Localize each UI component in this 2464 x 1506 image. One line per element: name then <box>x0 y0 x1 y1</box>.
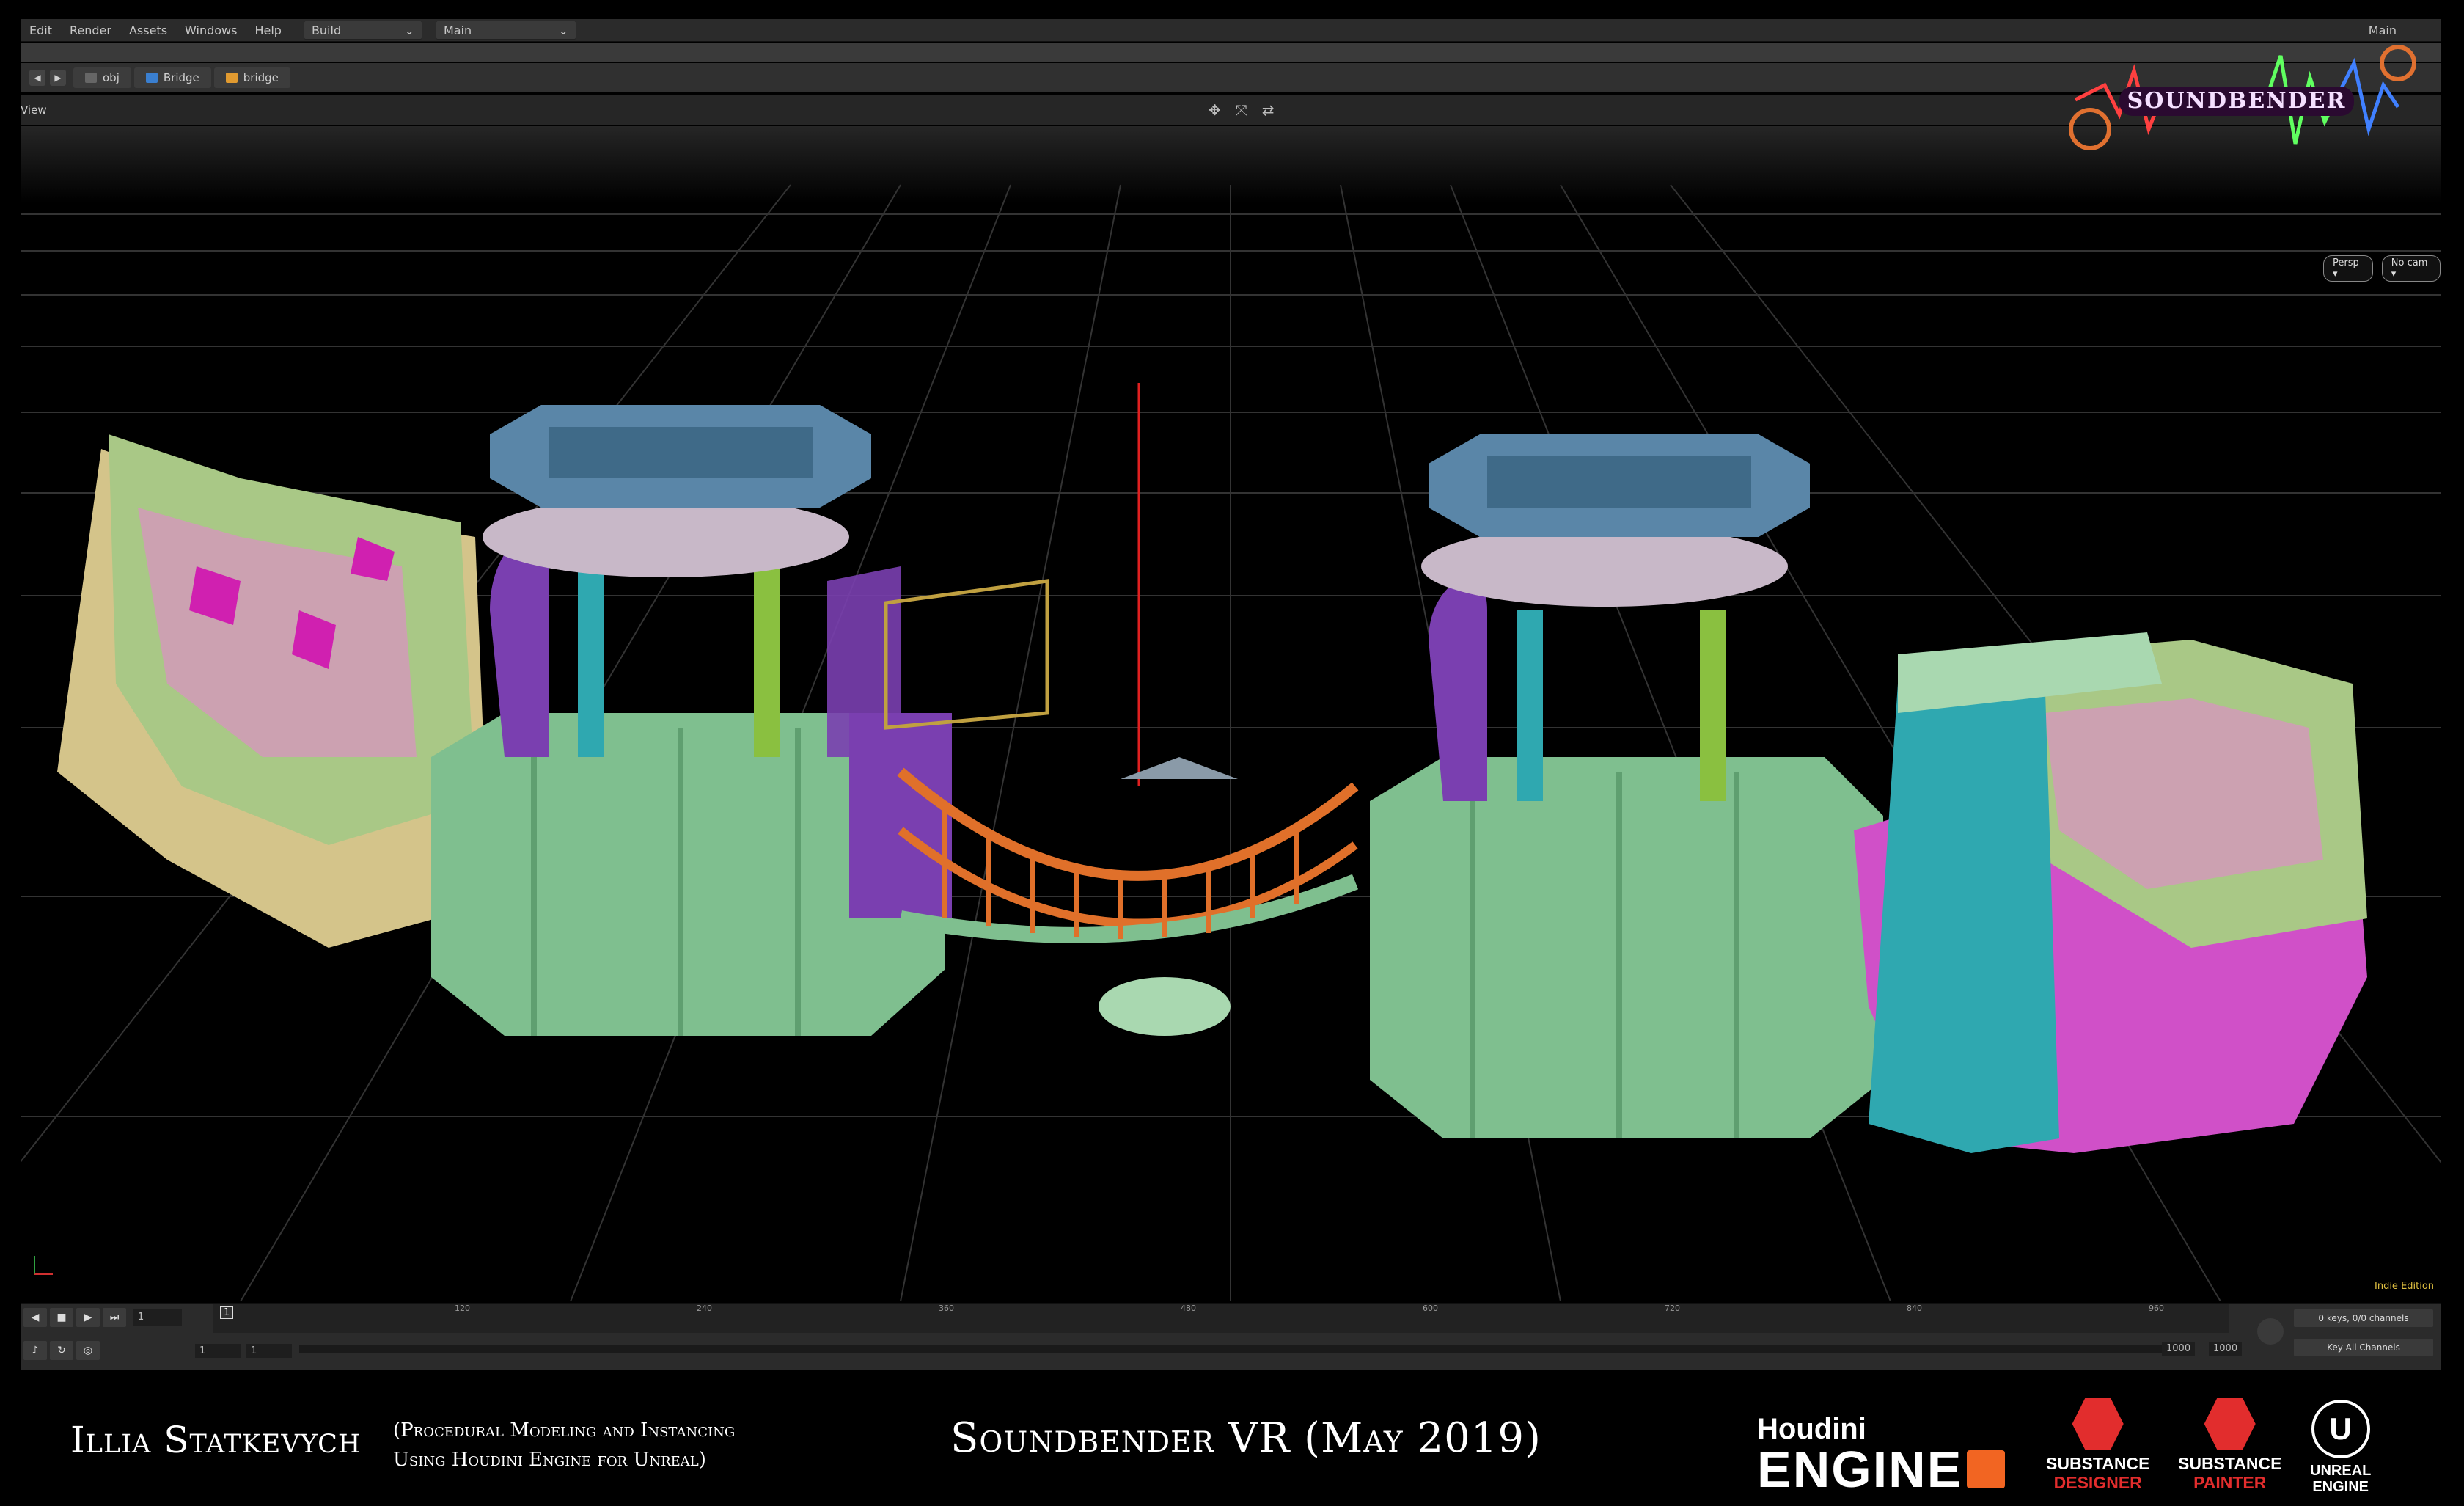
unreal-u-icon: U <box>2311 1400 2370 1458</box>
painter-bottom: PAINTER <box>2193 1473 2267 1492</box>
menu-windows[interactable]: Windows <box>176 23 246 37</box>
substance-designer-icon <box>2072 1398 2124 1450</box>
designer-top: SUBSTANCE <box>2046 1454 2150 1473</box>
range-end-field[interactable]: 1000 <box>2162 1342 2196 1356</box>
tick-label: 720 <box>1665 1304 1680 1313</box>
breadcrumb-label: obj <box>103 71 120 84</box>
painter-top: SUBSTANCE <box>2178 1454 2282 1473</box>
breadcrumb-label: bridge <box>243 71 279 84</box>
axis-gizmo-icon <box>34 1256 53 1275</box>
breadcrumb-obj[interactable]: obj <box>73 67 131 88</box>
sop-node-icon <box>225 73 238 83</box>
forward-arrow-icon[interactable]: ▶ <box>50 70 66 86</box>
shelf-set-dropdown[interactable]: Build ⌄ <box>303 21 422 40</box>
logo-text: SOUNDBENDER <box>2127 88 2347 114</box>
key-icon[interactable] <box>2257 1318 2284 1345</box>
scene-render <box>21 126 2441 1301</box>
play-reverse-button[interactable]: ◀ <box>23 1308 47 1327</box>
author-name: Illia Statkevych <box>70 1419 362 1461</box>
timeline-ruler[interactable]: 1 120 240 360 480 600 720 840 960 <box>213 1304 2229 1333</box>
tick-label: 360 <box>939 1304 954 1313</box>
houdini-logo-bottom: ENGINE <box>1757 1441 1963 1498</box>
audio-icon[interactable]: ♪ <box>23 1341 47 1360</box>
stop-button[interactable]: ■ <box>50 1308 73 1327</box>
unreal-bottom: ENGINE <box>2312 1479 2369 1495</box>
project-title: Soundbender VR (May 2019) <box>950 1414 1541 1462</box>
geometry-node-icon <box>145 73 158 83</box>
right-canopy-ring <box>1421 526 1788 607</box>
menu-assets[interactable]: Assets <box>120 23 176 37</box>
menu-help[interactable]: Help <box>246 23 290 37</box>
designer-bottom: DESIGNER <box>2053 1473 2142 1492</box>
viewport-tab-label[interactable]: View <box>21 103 47 117</box>
current-frame-field[interactable]: 1 <box>133 1309 182 1326</box>
keys-channels-label[interactable]: 0 keys, 0/0 channels <box>2294 1309 2433 1327</box>
key-all-channels-button[interactable]: Key All Channels <box>2294 1339 2433 1356</box>
playbar: ◀ ■ ▶ ⏭ 1 1 120 240 360 480 600 720 840 … <box>21 1303 2441 1370</box>
play-button[interactable]: ▶ <box>76 1308 100 1327</box>
chevron-down-icon: ⌄ <box>404 23 414 37</box>
unreal-engine-logo: U UNREAL ENGINE <box>2310 1400 2371 1495</box>
camera-orbit-icon[interactable]: ✥ <box>1209 101 1221 119</box>
tick-label: 960 <box>2149 1304 2164 1313</box>
houdini-engine-logo: Houdini ENGINE <box>1757 1413 2006 1498</box>
unreal-top: UNREAL <box>2310 1463 2372 1479</box>
substance-designer-logo: SUBSTANCE DESIGNER <box>2046 1398 2149 1492</box>
viewport-camera-menus: Persp ▾ No cam ▾ <box>2323 255 2441 282</box>
menu-edit[interactable]: Edit <box>21 23 61 37</box>
range-start-field[interactable]: 1 <box>195 1343 241 1358</box>
main-menu-bar: Edit Render Assets Windows Help Build ⌄ … <box>21 19 2441 42</box>
shelf-set-label: Build <box>311 23 342 37</box>
edition-label: Indie Edition <box>2375 1281 2435 1292</box>
scene-viewport[interactable]: Persp ▾ No cam ▾ <box>21 126 2441 1301</box>
menu-render[interactable]: Render <box>61 23 120 37</box>
range-start-field-2[interactable]: 1 <box>246 1343 292 1358</box>
playhead-marker[interactable]: 1 <box>220 1306 234 1319</box>
range-end-field-2[interactable]: 1000 <box>2209 1342 2243 1356</box>
obj-icon <box>85 73 97 83</box>
jump-end-button[interactable]: ⏭ <box>103 1308 126 1327</box>
perspective-menu[interactable]: Persp ▾ <box>2323 255 2373 282</box>
tick-label: 120 <box>455 1304 470 1313</box>
tick-label: 840 <box>1907 1304 1922 1313</box>
loop-icon[interactable]: ↻ <box>50 1341 73 1360</box>
camera-sync-icon[interactable]: ⇄ <box>1262 101 1275 119</box>
desktop-right-label[interactable]: Main <box>2369 23 2397 37</box>
frame-range-slider[interactable] <box>299 1345 2162 1353</box>
camera-menu[interactable]: No cam ▾ <box>2381 255 2441 282</box>
substance-painter-icon <box>2204 1398 2256 1450</box>
breadcrumb-bridge-object[interactable]: Bridge <box>133 67 211 88</box>
subtitle-line-1: (Procedural Modeling and Instancing <box>393 1419 736 1441</box>
chevron-down-icon: ⌄ <box>558 23 568 37</box>
back-arrow-icon[interactable]: ◀ <box>29 70 45 86</box>
desktop-dropdown[interactable]: Main ⌄ <box>435 21 576 40</box>
hanging-platform <box>1099 977 1231 1036</box>
left-canopy-ring <box>483 497 849 577</box>
desktop-label: Main <box>443 23 472 37</box>
tick-label: 240 <box>697 1304 712 1313</box>
breadcrumb-bridge-sop[interactable]: bridge <box>213 67 290 88</box>
tick-label: 600 <box>1423 1304 1438 1313</box>
right-tower-base <box>1370 757 1883 1138</box>
houdini-gear-icon <box>1967 1450 2006 1488</box>
breadcrumb-label: Bridge <box>163 71 199 84</box>
realtime-icon[interactable]: ◎ <box>76 1341 100 1360</box>
tick-label: 480 <box>1181 1304 1196 1313</box>
project-subtitle: (Procedural Modeling and Instancing Usin… <box>393 1416 735 1474</box>
soundbender-logo: SOUNDBENDER <box>2046 41 2427 158</box>
subtitle-line-2: Using Houdini Engine for Unreal) <box>393 1449 706 1471</box>
substance-painter-logo: SUBSTANCE PAINTER <box>2178 1398 2281 1492</box>
right-teal-ramp <box>1869 669 2059 1153</box>
camera-pan-icon[interactable]: ⤧ <box>1236 101 1247 119</box>
